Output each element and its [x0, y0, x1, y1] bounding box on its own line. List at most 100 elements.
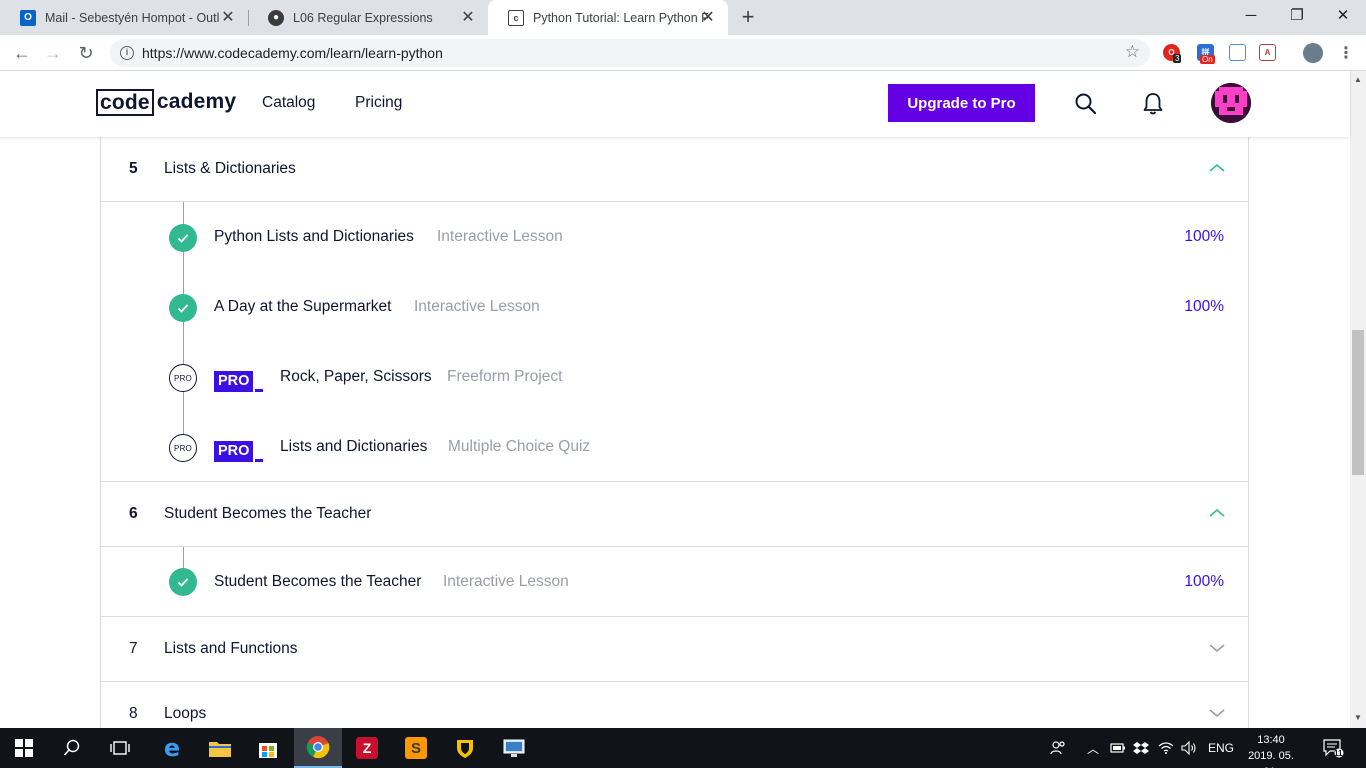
lesson-type: Freeform Project — [447, 368, 563, 385]
back-icon[interactable]: ← — [9, 40, 35, 66]
section-number: 7 — [129, 640, 138, 657]
tab-title: Python Tutorial: Learn Python Fo — [533, 10, 708, 25]
clock-time: 13:40 — [1257, 734, 1285, 746]
logo-rest-text: cademy — [156, 90, 237, 113]
site-header: code cademy Catalog Pricing Upgrade to P… — [0, 71, 1350, 137]
profile-avatar[interactable] — [1303, 43, 1323, 63]
chevron-down-icon[interactable] — [1208, 704, 1226, 722]
file-explorer-icon[interactable] — [196, 728, 244, 768]
edge-icon[interactable]: e — [148, 728, 196, 768]
pro-badge-cursor — [255, 389, 264, 392]
action-center-icon[interactable] — [1322, 728, 1344, 768]
bookmark-star-icon[interactable]: ☆ — [1125, 42, 1140, 62]
lesson-progress: 100% — [1184, 298, 1224, 315]
new-tab-button[interactable]: + — [736, 4, 760, 29]
input-language[interactable]: ENG — [1208, 728, 1234, 768]
section-header-5[interactable]: 5 Lists & Dictionaries — [101, 137, 1248, 202]
upgrade-to-pro-button[interactable]: Upgrade to Pro — [888, 84, 1035, 122]
close-tab-icon[interactable]: ✕ — [220, 9, 236, 26]
lesson-title[interactable]: A Day at the Supermarket — [214, 298, 391, 316]
nav-pricing[interactable]: Pricing — [355, 94, 402, 112]
section-title: Student Becomes the Teacher — [164, 505, 372, 522]
section-title: Lists & Dictionaries — [164, 160, 296, 177]
pro-badge: PRO — [214, 440, 264, 462]
user-avatar[interactable] — [1211, 83, 1251, 123]
document-extension-icon[interactable] — [1229, 44, 1246, 61]
address-bar[interactable]: i https://www.codecademy.com/learn/learn… — [110, 39, 1150, 67]
shield-app-icon[interactable] — [441, 728, 489, 768]
lesson-row[interactable]: PRO PRO Rock, Paper, Scissors Freeform P… — [101, 342, 1248, 412]
section-title: Loops — [164, 705, 207, 722]
section-header-6[interactable]: 6 Student Becomes the Teacher — [101, 482, 1248, 547]
show-hidden-icons-chevron-icon[interactable]: ︿ — [1087, 728, 1099, 768]
search-icon[interactable] — [1073, 91, 1099, 117]
close-tab-icon[interactable]: ✕ — [700, 9, 716, 26]
lesson-title[interactable]: Student Becomes the Teacher — [214, 573, 421, 591]
tab-title: L06 Regular Expressions — [293, 10, 433, 25]
scroll-down-arrow-icon[interactable]: ▼ — [1354, 713, 1362, 722]
browser-tab-outlook[interactable]: O Mail - Sebestyén Hompot - Outlo ✕ — [0, 0, 248, 35]
sublime-text-icon[interactable]: S — [392, 728, 440, 768]
browser-toolbar: ← → ↻ i https://www.codecademy.com/learn… — [0, 35, 1366, 71]
chevron-up-icon[interactable] — [1208, 159, 1226, 177]
lesson-row[interactable]: Python Lists and Dictionaries Interactiv… — [101, 202, 1248, 272]
lesson-type: Interactive Lesson — [437, 228, 563, 245]
store-icon[interactable] — [244, 728, 292, 768]
codecademy-logo[interactable]: code cademy — [96, 88, 236, 116]
chrome-taskbar-icon[interactable] — [294, 728, 342, 768]
chrome-menu-icon[interactable]: ⋮ — [1333, 40, 1359, 66]
pro-badge: PRO — [214, 370, 264, 392]
chevron-down-icon[interactable] — [1208, 639, 1226, 657]
lesson-title[interactable]: Rock, Paper, Scissors — [280, 368, 432, 386]
clock-date: 2019. 05. 01. — [1248, 750, 1294, 768]
site-info-icon[interactable]: i — [120, 46, 134, 60]
task-view-icon[interactable] — [96, 728, 144, 768]
logo-boxed-text: code — [96, 88, 154, 116]
chevron-up-icon[interactable] — [1208, 504, 1226, 522]
restore-button[interactable]: ❐ — [1274, 0, 1320, 30]
notification-count-badge: 11 — [1334, 749, 1343, 758]
zotero-icon[interactable]: Z — [343, 728, 391, 768]
pro-lock-icon: PRO — [169, 364, 197, 392]
people-icon[interactable] — [1049, 728, 1067, 768]
browser-tab-codecademy[interactable]: c Python Tutorial: Learn Python Fo ✕ — [488, 0, 728, 35]
section-header-8[interactable]: 8 Loops — [101, 682, 1248, 728]
browser-tab-github[interactable]: ● L06 Regular Expressions ✕ — [248, 0, 488, 35]
page-scrollbar[interactable]: ▲ ▼ — [1350, 71, 1366, 728]
nav-catalog[interactable]: Catalog — [262, 94, 315, 112]
lesson-row[interactable]: PRO PRO Lists and Dictionaries Multiple … — [101, 412, 1248, 482]
reload-icon[interactable]: ↻ — [73, 40, 99, 66]
scrollbar-thumb[interactable] — [1352, 330, 1364, 475]
url-text[interactable]: https://www.codecademy.com/learn/learn-p… — [142, 45, 443, 61]
check-icon — [169, 224, 197, 252]
section-number: 8 — [129, 705, 138, 722]
browser-tab-strip: O Mail - Sebestyén Hompot - Outlo ✕ ● L0… — [0, 0, 1366, 35]
lesson-row[interactable]: A Day at the Supermarket Interactive Les… — [101, 272, 1248, 342]
lesson-type: Interactive Lesson — [443, 573, 569, 590]
windows-taskbar: e Z S ︿ ENG 13:40 2019. 05. 01. 11 — [0, 728, 1366, 768]
codecademy-icon: c — [508, 9, 524, 26]
section-body-5: Python Lists and Dictionaries Interactiv… — [101, 202, 1248, 482]
minimize-button[interactable]: ─ — [1228, 0, 1274, 30]
section-header-7[interactable]: 7 Lists and Functions — [101, 617, 1248, 682]
taskbar-clock[interactable]: 13:40 2019. 05. 01. — [1240, 732, 1302, 768]
notifications-bell-icon[interactable] — [1140, 91, 1166, 117]
forward-icon[interactable]: → — [40, 40, 66, 66]
close-window-button[interactable]: ✕ — [1320, 0, 1366, 30]
section-title: Lists and Functions — [164, 640, 298, 657]
lesson-row[interactable]: Student Becomes the Teacher Interactive … — [101, 547, 1248, 617]
remote-desktop-icon[interactable] — [490, 728, 538, 768]
github-icon: ● — [268, 9, 284, 26]
section-body-6: Student Becomes the Teacher Interactive … — [101, 547, 1248, 617]
scroll-up-arrow-icon[interactable]: ▲ — [1354, 75, 1362, 84]
pdf-extension-icon[interactable]: A — [1259, 44, 1276, 61]
volume-icon[interactable] — [1181, 728, 1197, 768]
battery-icon[interactable] — [1110, 728, 1126, 768]
windows-start-icon[interactable] — [0, 728, 48, 768]
dropbox-icon[interactable] — [1133, 728, 1149, 768]
close-tab-icon[interactable]: ✕ — [460, 9, 476, 26]
search-icon[interactable] — [48, 728, 96, 768]
lesson-title[interactable]: Python Lists and Dictionaries — [214, 228, 414, 246]
lesson-title[interactable]: Lists and Dictionaries — [280, 438, 427, 456]
wifi-icon[interactable] — [1158, 728, 1174, 768]
